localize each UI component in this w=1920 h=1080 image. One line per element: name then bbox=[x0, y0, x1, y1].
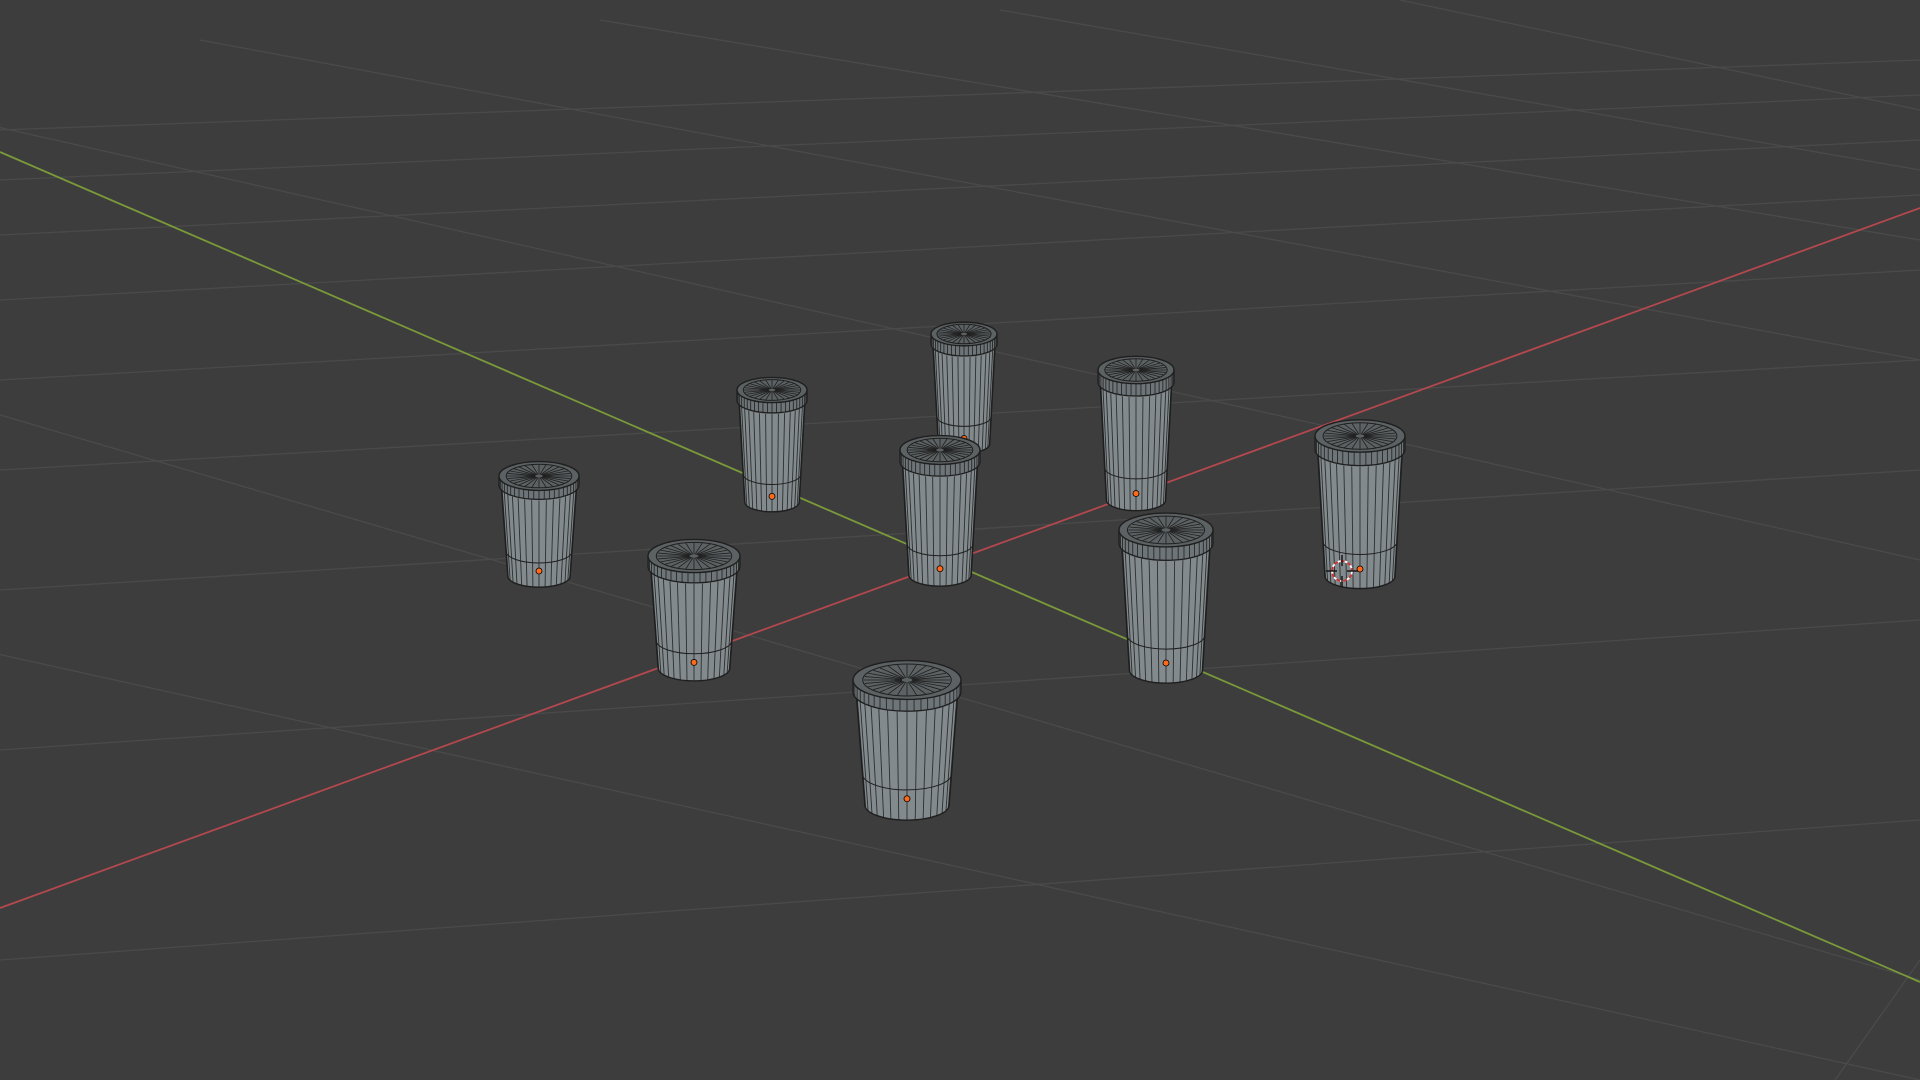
cup-object[interactable] bbox=[930, 321, 998, 454]
cup-object[interactable] bbox=[647, 538, 741, 682]
cup-object[interactable] bbox=[1314, 419, 1406, 590]
cup-object[interactable] bbox=[736, 376, 808, 513]
object-origin bbox=[903, 795, 911, 803]
cup-object[interactable] bbox=[1097, 355, 1175, 512]
object-origin bbox=[1162, 659, 1170, 667]
3d-viewport[interactable] bbox=[0, 0, 1920, 1080]
object-origin bbox=[936, 565, 944, 573]
cup-object[interactable] bbox=[1118, 512, 1214, 684]
viewport-canvas[interactable] bbox=[0, 0, 1920, 1080]
object-origin bbox=[690, 659, 698, 666]
cup-object[interactable] bbox=[899, 434, 981, 587]
object-origin bbox=[535, 567, 543, 575]
cup-object[interactable] bbox=[852, 659, 962, 821]
object-origin bbox=[768, 492, 776, 500]
object-origin bbox=[1132, 490, 1140, 497]
cup-object[interactable] bbox=[498, 460, 580, 588]
